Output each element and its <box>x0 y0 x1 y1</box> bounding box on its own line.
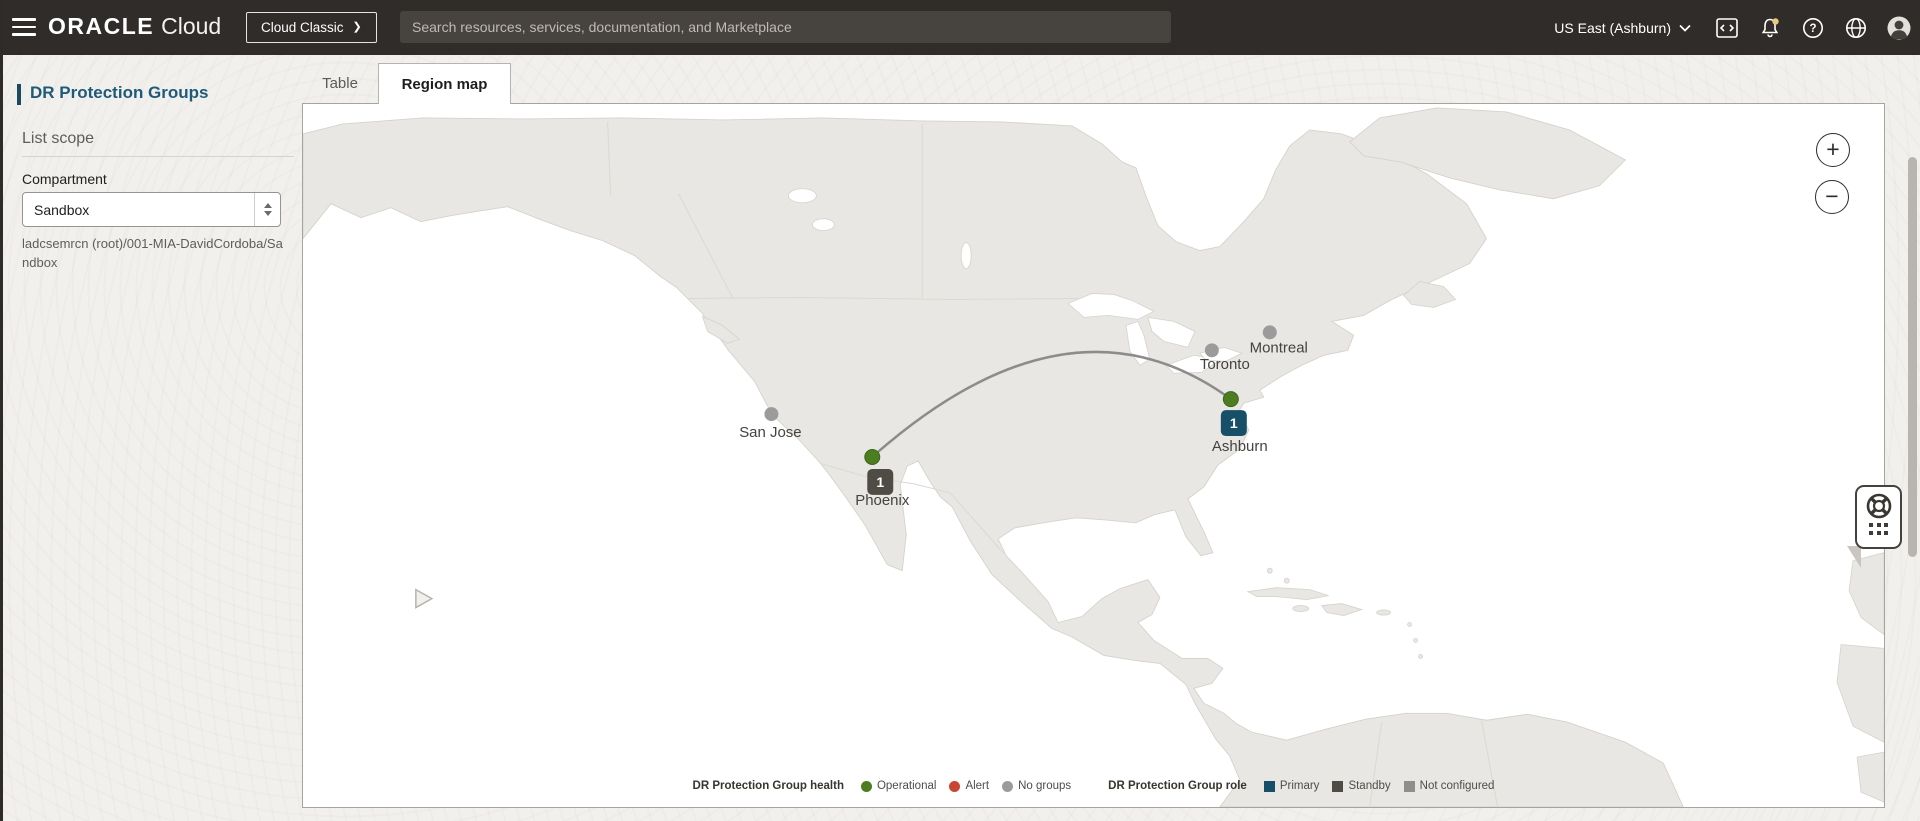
legend-item-alert: Alert <box>949 780 989 792</box>
city-label-toronto: Toronto <box>1200 356 1250 373</box>
notification-badge-dot <box>1772 17 1779 25</box>
svg-text:1: 1 <box>876 474 884 490</box>
city-label-san-jose: San Jose <box>739 424 801 441</box>
user-avatar[interactable] <box>1886 15 1912 41</box>
life-preserver-icon <box>1866 493 1891 519</box>
city-label-ashburn: Ashburn <box>1212 438 1268 455</box>
select-caret-icon <box>254 193 280 226</box>
title-accent-bar <box>17 84 21 105</box>
help-icon[interactable]: ? <box>1800 15 1826 41</box>
language-globe-icon[interactable] <box>1843 15 1869 41</box>
compartment-select[interactable]: Sandbox <box>22 192 281 227</box>
support-help-widget[interactable] <box>1855 485 1902 549</box>
logo-brand-text: ORACLE <box>48 13 155 39</box>
help-widget-flap <box>1847 546 1861 568</box>
left-edge-rail <box>0 0 3 821</box>
standby-square-icon <box>1332 780 1344 792</box>
legend-item-standby: Standby <box>1332 780 1391 792</box>
tab-region-map[interactable]: Region map <box>378 63 511 104</box>
legend-health-title: DR Protection Group health <box>692 780 844 792</box>
legend-item-not-configured: Not configured <box>1403 780 1494 792</box>
play-icon[interactable] <box>415 588 434 609</box>
map-zoom-in-button[interactable]: + <box>1816 133 1850 167</box>
header-right-cluster: US East (Ashburn) ? <box>1554 0 1912 55</box>
list-scope-heading: List scope <box>22 130 95 147</box>
hamburger-menu-icon[interactable] <box>12 18 36 37</box>
legend-item-no-groups: No groups <box>1002 780 1071 792</box>
compartment-selected-value: Sandbox <box>34 201 90 218</box>
map-legend: DR Protection Group health Operational A… <box>303 780 1884 792</box>
svg-text:1: 1 <box>1230 415 1238 431</box>
region-selector[interactable]: US East (Ashburn) <box>1554 20 1691 36</box>
list-scope-divider <box>22 156 294 157</box>
logo-product-text: Cloud <box>161 13 222 39</box>
cloud-classic-button[interactable]: Cloud Classic ❯ <box>246 12 377 43</box>
city-label-phoenix: Phoenix <box>855 492 910 509</box>
primary-square-icon <box>1263 780 1275 792</box>
not-configured-square-icon <box>1403 780 1415 792</box>
alert-dot-icon <box>949 780 961 792</box>
tab-table[interactable]: Table <box>302 64 378 103</box>
chevron-right-icon: ❯ <box>352 21 362 33</box>
developer-console-icon[interactable] <box>1714 15 1740 41</box>
cloud-classic-label: Cloud Classic <box>261 20 344 35</box>
region-map-panel: Montreal Toronto San Jose 1 Ashburn 1 Ph… <box>302 103 1885 808</box>
compartment-path-text: ladcsemrcn (root)/001-MIA-DavidCordoba/S… <box>22 236 283 270</box>
map-zoom-out-button[interactable]: − <box>1815 180 1849 214</box>
svg-text:?: ? <box>1809 23 1816 35</box>
oracle-cloud-logo: ORACLE Cloud <box>48 13 221 40</box>
top-header-bar: ORACLECloud Cloud Classic ❯ US East (Ash… <box>0 0 1920 55</box>
region-label: US East (Ashburn) <box>1554 19 1671 36</box>
north-america-landmass <box>303 117 1684 807</box>
notifications-bell-icon[interactable] <box>1757 15 1783 41</box>
vertical-scrollbar-thumb[interactable] <box>1908 157 1917 557</box>
chevron-down-icon <box>1679 24 1691 32</box>
legend-item-operational: Operational <box>860 780 936 792</box>
legend-item-primary: Primary <box>1263 780 1319 792</box>
map-canvas[interactable]: Montreal Toronto San Jose 1 Ashburn 1 Ph… <box>303 104 1884 807</box>
operational-dot-icon <box>860 780 872 792</box>
drag-dots-icon <box>1869 523 1888 535</box>
search-input[interactable] <box>400 11 1171 43</box>
city-label-montreal: Montreal <box>1250 339 1308 356</box>
compartment-label: Compartment <box>22 171 107 187</box>
legend-role-title: DR Protection Group role <box>1108 780 1247 792</box>
no-groups-dot-icon <box>1002 780 1014 792</box>
page-title: DR Protection Groups <box>30 83 209 102</box>
